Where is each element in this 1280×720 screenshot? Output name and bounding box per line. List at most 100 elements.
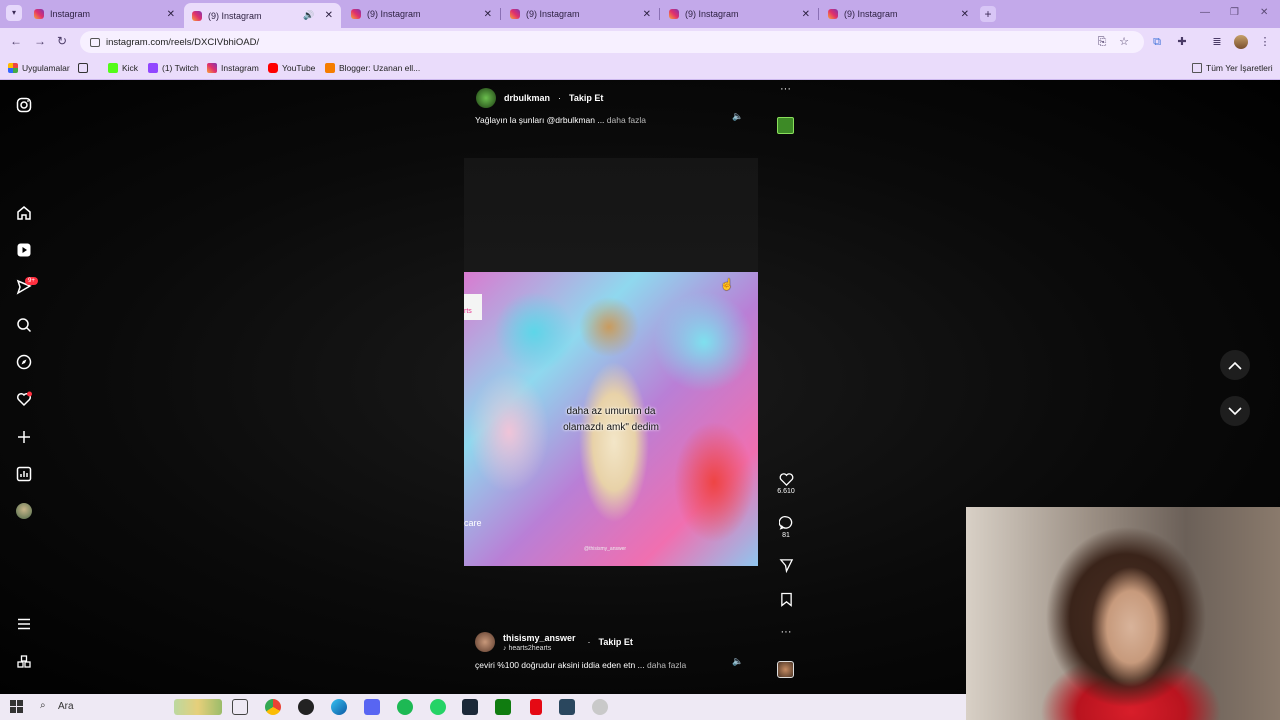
browser-menu-icon[interactable]: ⋮ bbox=[1258, 35, 1272, 49]
chrome-taskbar-icon[interactable] bbox=[265, 699, 281, 715]
close-tab-icon[interactable]: ✕ bbox=[961, 9, 969, 20]
reel-top-follow-button[interactable]: Takip Et bbox=[569, 93, 603, 103]
back-icon[interactable]: ← bbox=[10, 34, 22, 48]
more-options-icon[interactable]: ··· bbox=[776, 626, 796, 638]
tab-audio-icon[interactable]: 🔊 bbox=[303, 10, 314, 21]
reel-top-audio-thumbnail[interactable] bbox=[777, 117, 794, 134]
reel-top-avatar[interactable] bbox=[476, 88, 496, 108]
edge-taskbar-icon[interactable] bbox=[331, 699, 347, 715]
folder-icon bbox=[1192, 63, 1202, 73]
bookmark-star-icon[interactable]: ☆ bbox=[1117, 35, 1131, 49]
dashboard-icon[interactable] bbox=[15, 465, 33, 483]
reel-main-avatar[interactable] bbox=[475, 632, 495, 652]
media-control-icon[interactable]: ≣ bbox=[1210, 35, 1224, 49]
reel-top-header: drbulkman · Takip Et bbox=[476, 88, 603, 108]
video-watermark: @thisismy_answer bbox=[584, 546, 627, 552]
close-tab-icon[interactable]: ✕ bbox=[325, 10, 333, 21]
bookmark-item[interactable]: Instagram bbox=[207, 61, 259, 75]
search-icon[interactable] bbox=[15, 316, 33, 334]
install-app-icon[interactable]: ⎘ bbox=[1095, 35, 1109, 49]
netflix-taskbar-icon[interactable] bbox=[530, 699, 542, 715]
profile-avatar[interactable] bbox=[15, 502, 33, 520]
tab-label: (9) Instagram bbox=[208, 10, 262, 21]
browser-tab[interactable]: (9) Instagram ✕ bbox=[502, 3, 659, 25]
share-button[interactable] bbox=[776, 558, 796, 573]
browser-tab[interactable]: Instagram ✕ bbox=[26, 3, 183, 25]
close-tab-icon[interactable]: ✕ bbox=[643, 9, 651, 20]
reel-top-more-options-icon[interactable]: ··· bbox=[780, 83, 791, 95]
bookmark-item[interactable]: Blogger: Uzanan ell... bbox=[325, 61, 420, 75]
reel-top-more-link[interactable]: daha fazla bbox=[607, 115, 646, 125]
new-tab-button[interactable]: + bbox=[980, 6, 996, 22]
address-bar[interactable]: instagram.com/reels/DXCIVbhiOAD/ bbox=[80, 31, 1144, 53]
minimize-icon[interactable]: — bbox=[1200, 7, 1210, 18]
forward-icon[interactable]: → bbox=[34, 34, 46, 48]
reels-icon[interactable] bbox=[15, 241, 33, 259]
instagram-logo-icon[interactable] bbox=[15, 96, 33, 114]
bookmark-item[interactable]: YouTube bbox=[268, 61, 315, 75]
apps-grid-button[interactable] bbox=[78, 61, 92, 75]
profile-avatar-icon[interactable] bbox=[1234, 35, 1248, 49]
home-icon[interactable] bbox=[15, 204, 33, 222]
browser-tab[interactable]: (9) Instagram ✕ bbox=[343, 3, 500, 25]
mouse-cursor-icon: ☝ bbox=[720, 279, 734, 291]
bookmark-item[interactable]: (1) Twitch bbox=[148, 61, 199, 75]
close-tab-icon[interactable]: ✕ bbox=[802, 9, 810, 20]
notifications-icon[interactable] bbox=[15, 390, 33, 408]
instagram-favicon-icon bbox=[192, 10, 202, 21]
whatsapp-taskbar-icon[interactable] bbox=[430, 699, 446, 715]
taskbar-search-icon[interactable]: ⌕ bbox=[40, 700, 46, 711]
reel-audio-thumbnail[interactable] bbox=[777, 661, 794, 678]
reel-main-follow-button[interactable]: Takip Et bbox=[599, 637, 633, 647]
browser-tab-bar: ▾ Instagram ✕ (9) Instagram 🔊 ✕ (9) Inst… bbox=[0, 0, 1280, 28]
taskbar-search-label[interactable]: Ara bbox=[58, 701, 74, 712]
extensions-icon[interactable]: ✚ bbox=[1175, 35, 1189, 49]
browser-tab[interactable]: (9) Instagram ✕ bbox=[661, 3, 818, 25]
task-view-icon[interactable] bbox=[232, 699, 248, 715]
next-reel-button[interactable] bbox=[1220, 396, 1250, 426]
like-button[interactable]: 6.610 bbox=[776, 472, 796, 495]
close-tab-icon[interactable]: ✕ bbox=[167, 9, 175, 20]
close-tab-icon[interactable]: ✕ bbox=[484, 9, 492, 20]
tab-search-button[interactable]: ▾ bbox=[6, 5, 22, 21]
windows-start-icon[interactable] bbox=[10, 700, 23, 713]
reel-main-username[interactable]: thisismy_answer bbox=[503, 633, 576, 643]
steam-taskbar-icon[interactable] bbox=[462, 699, 478, 715]
reel-top-audio-icon[interactable]: 🔈 bbox=[732, 111, 743, 122]
also-from-meta-icon[interactable] bbox=[15, 653, 33, 671]
reload-icon[interactable]: ↻ bbox=[57, 34, 67, 48]
reel-top-username[interactable]: drbulkman bbox=[504, 93, 550, 103]
obs-taskbar-icon[interactable] bbox=[298, 699, 314, 715]
reel-main-header: thisismy_answer ♪ hearts2hearts · Takip … bbox=[475, 632, 633, 652]
close-window-icon[interactable]: ✕ bbox=[1260, 7, 1268, 18]
bookmark-item[interactable]: Kick bbox=[108, 61, 138, 75]
browser-tab-active[interactable]: (9) Instagram 🔊 ✕ bbox=[184, 3, 341, 28]
site-info-icon[interactable] bbox=[90, 37, 100, 47]
bookmark-item[interactable]: Uygulamalar bbox=[8, 61, 70, 75]
reel-main-audio[interactable]: ♪ hearts2hearts bbox=[503, 645, 576, 652]
explore-icon[interactable] bbox=[15, 353, 33, 371]
tab-label: Instagram bbox=[50, 9, 91, 19]
comment-button[interactable]: 81 bbox=[776, 515, 796, 539]
translate-icon[interactable]: ⧉ bbox=[1150, 35, 1164, 49]
instagram-favicon-icon bbox=[510, 9, 520, 19]
steam-client-taskbar-icon[interactable] bbox=[559, 699, 575, 715]
maximize-icon[interactable]: ❐ bbox=[1230, 7, 1239, 18]
save-button[interactable] bbox=[776, 592, 796, 607]
reel-main-more-link[interactable]: daha fazla bbox=[647, 660, 686, 670]
app-taskbar-icon[interactable] bbox=[592, 699, 608, 715]
browser-tab[interactable]: (9) Instagram ✕ bbox=[820, 3, 977, 25]
reel-video[interactable]: rts daha az umurum da olamazdı amk" dedi… bbox=[464, 272, 758, 566]
more-menu-icon[interactable] bbox=[15, 615, 33, 633]
all-bookmarks-button[interactable]: Tüm Yer İşaretleri bbox=[1192, 61, 1273, 75]
reel-main-audio-icon[interactable]: 🔈 bbox=[732, 656, 743, 667]
previous-reel-button[interactable] bbox=[1220, 350, 1250, 380]
webcam-overlay bbox=[966, 507, 1280, 720]
tab-label: (9) Instagram bbox=[844, 9, 898, 19]
weather-widget-icon[interactable] bbox=[174, 699, 222, 715]
create-icon[interactable] bbox=[15, 428, 33, 446]
blogger-icon bbox=[325, 63, 335, 73]
xbox-taskbar-icon[interactable] bbox=[495, 699, 511, 715]
spotify-taskbar-icon[interactable] bbox=[397, 699, 413, 715]
discord-taskbar-icon[interactable] bbox=[364, 699, 380, 715]
